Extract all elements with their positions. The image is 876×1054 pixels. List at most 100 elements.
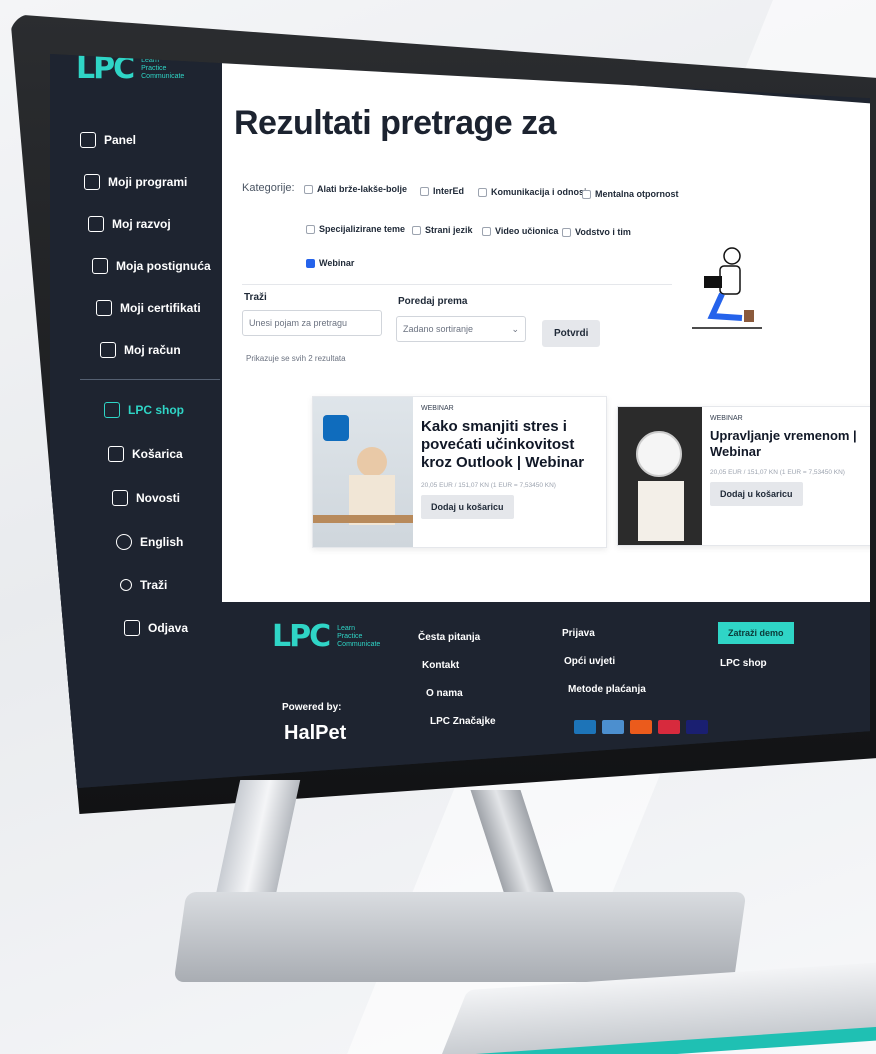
certificate-icon — [96, 300, 112, 316]
product-image — [618, 407, 702, 545]
sidebar-item-logout[interactable]: Odjava — [124, 620, 188, 636]
product-title[interactable]: Kako smanjiti stres i povećati učinkovit… — [421, 418, 601, 472]
sidebar-item-shop[interactable]: LPC shop — [104, 402, 184, 418]
user-icon — [100, 342, 116, 358]
footer: LPC Learn Practice Communicate Česta pit… — [222, 602, 870, 790]
screen: LPC Learn Practice Communicate Panel Moj… — [50, 54, 870, 790]
filter-checkbox-specijalizirane[interactable]: Specijalizirane teme — [306, 224, 405, 234]
sidebar: LPC Learn Practice Communicate Panel Moj… — [50, 54, 222, 790]
footer-link-about[interactable]: O nama — [426, 688, 463, 699]
request-demo-button[interactable]: Zatraži demo — [718, 622, 794, 644]
checkbox-icon — [582, 189, 591, 199]
filter-checkbox-webinar[interactable]: Webinar — [306, 258, 354, 268]
product-tag: WEBINAR — [421, 405, 454, 412]
product-image — [313, 397, 413, 547]
sidebar-item-label: Moj razvoj — [112, 217, 171, 231]
sidebar-divider — [80, 379, 220, 380]
sidebar-item-certificates[interactable]: Moji certifikati — [96, 300, 201, 316]
logo[interactable]: LPC Learn Practice Communicate — [76, 54, 184, 84]
main-content: Rezultati pretrage za Kategorije: Alati … — [222, 54, 870, 602]
filter-checkbox-intered[interactable]: InterEd — [420, 186, 464, 196]
product-info: WEBINAR Kako smanjiti stres i povećati u… — [421, 405, 601, 519]
submit-button[interactable]: Potvrdi — [542, 320, 601, 347]
powered-by-label: Powered by: — [282, 702, 342, 713]
filter-checkbox-video[interactable]: Video učionica — [482, 226, 558, 236]
sidebar-item-label: Moj račun — [124, 343, 181, 357]
logo-mark: LPC — [272, 619, 331, 654]
chat-widget-button[interactable] — [800, 752, 870, 782]
checkbox-icon — [306, 224, 315, 234]
amex-icon — [574, 720, 596, 734]
sidebar-item-label: Moja postignuća — [116, 259, 211, 273]
growth-icon — [88, 216, 104, 232]
footer-link-payment[interactable]: Metode plaćanja — [568, 684, 646, 695]
footer-link-faq[interactable]: Česta pitanja — [418, 632, 480, 643]
footer-link-contact[interactable]: Kontakt — [422, 660, 459, 671]
product-info: WEBINAR Upravljanje vremenom | Webinar 2… — [710, 415, 870, 507]
sidebar-item-news[interactable]: Novosti — [112, 490, 180, 506]
footer-logo[interactable]: LPC Learn Practice Communicate — [272, 622, 380, 652]
checkbox-icon — [482, 226, 491, 236]
search-label: Traži — [244, 292, 267, 303]
sidebar-item-search[interactable]: Traži — [120, 578, 167, 592]
sidebar-item-label: Moji programi — [108, 175, 188, 189]
footer-link-features[interactable]: LPC Značajke — [430, 716, 496, 727]
sidebar-item-english[interactable]: English — [116, 534, 183, 550]
sidebar-item-account[interactable]: Moj račun — [100, 342, 181, 358]
sidebar-item-label: Košarica — [132, 447, 183, 461]
sidebar-item-label: English — [140, 535, 184, 549]
filter-divider — [242, 284, 672, 285]
visa-icon — [686, 720, 708, 734]
checkbox-icon — [478, 187, 487, 197]
sort-select[interactable]: Zadano sortiranje ⌄ — [396, 316, 526, 342]
footer-link-terms[interactable]: Opći uvjeti — [564, 656, 615, 667]
add-to-cart-button[interactable]: Dodaj u košaricu — [421, 495, 514, 519]
product-card[interactable]: WEBINAR Upravljanje vremenom | Webinar 2… — [617, 406, 870, 546]
illustration-person-laptop — [692, 236, 762, 336]
footer-link-login[interactable]: Prijava — [562, 628, 595, 639]
monitor-base — [173, 892, 747, 982]
sidebar-item-achievements[interactable]: Moja postignuća — [92, 258, 211, 274]
checkbox-icon — [562, 227, 571, 237]
logo-tagline: Learn Practice Communicate — [337, 624, 381, 649]
search-icon — [120, 579, 132, 591]
checkbox-icon — [420, 186, 429, 196]
logo-tagline: Learn Practice Communicate — [141, 56, 185, 81]
chevron-down-icon: ⌄ — [511, 324, 519, 334]
filter-checkbox-vodstvo[interactable]: Vodstvo i tim — [562, 227, 631, 237]
filter-checkbox-strani-jezik[interactable]: Strani jezik — [412, 225, 473, 235]
footer-link-shop[interactable]: LPC shop — [720, 658, 767, 669]
filter-checkbox-mentalna[interactable]: Mentalna otpornost — [582, 189, 679, 199]
checkbox-checked-icon — [306, 258, 315, 268]
product-title[interactable]: Upravljanje vremenom | Webinar — [710, 428, 870, 459]
monitor-frame: LPC Learn Practice Communicate Panel Moj… — [10, 14, 876, 814]
product-card[interactable]: WEBINAR Kako smanjiti stres i povećati u… — [312, 396, 607, 548]
clock-icon — [636, 431, 682, 477]
filter-checkbox-alati[interactable]: Alati brže-lakše-bolje — [304, 184, 407, 194]
programs-icon — [84, 174, 100, 190]
cart-icon — [108, 446, 124, 462]
product-price: 20,05 EUR / 151,07 KN (1 EUR = 7,53450 K… — [710, 469, 845, 477]
filter-checkbox-komunikacija[interactable]: Komunikacija i odnosi — [478, 187, 587, 197]
sidebar-item-label: Panel — [104, 133, 137, 147]
panel-icon — [80, 132, 96, 148]
outlook-icon — [323, 415, 349, 441]
results-info: Prikazuje se svih 2 rezultata — [246, 354, 346, 363]
checkbox-icon — [304, 184, 313, 194]
page-title: Rezultati pretrage za — [234, 104, 557, 142]
checkbox-icon — [412, 225, 421, 235]
sidebar-item-growth[interactable]: Moj razvoj — [88, 216, 171, 232]
sidebar-item-label: Novosti — [136, 491, 181, 505]
filter-label: Kategorije: — [242, 182, 295, 194]
sidebar-item-programs[interactable]: Moji programi — [84, 174, 187, 190]
sidebar-item-label: Moji certifikati — [120, 301, 201, 315]
sidebar-item-cart[interactable]: Košarica — [108, 446, 183, 462]
sidebar-item-label: Traži — [140, 578, 168, 592]
maestro-icon — [602, 720, 624, 734]
sidebar-item-panel[interactable]: Panel — [80, 132, 136, 148]
powered-by-brand: HalPet — [284, 722, 347, 744]
search-input[interactable]: Unesi pojam za pretragu — [242, 310, 382, 336]
achievement-icon — [92, 258, 108, 274]
diners-icon — [658, 720, 680, 734]
add-to-cart-button[interactable]: Dodaj u košaricu — [710, 482, 803, 507]
